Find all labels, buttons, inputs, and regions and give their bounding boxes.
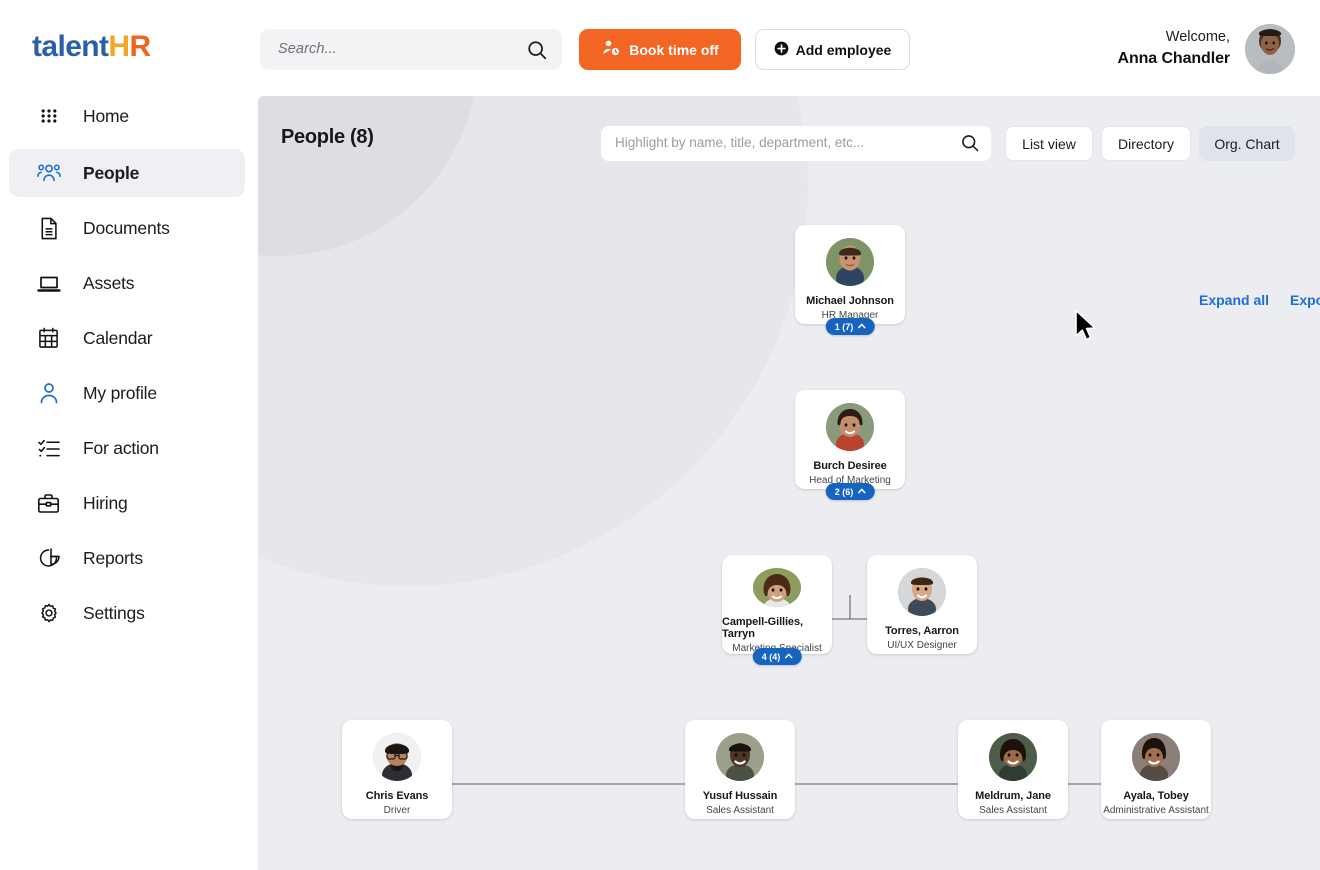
book-time-off-label: Book time off xyxy=(629,42,718,58)
sidebar-item-settings[interactable]: Settings xyxy=(9,589,245,637)
sidebar-label-settings: Settings xyxy=(83,603,145,624)
sidebar-item-people[interactable]: People xyxy=(9,149,245,197)
piechart-icon xyxy=(36,546,61,571)
avatar xyxy=(826,403,874,451)
sidebar-item-reports[interactable]: Reports xyxy=(9,534,245,582)
report-count-label: 4 (4) xyxy=(762,652,781,662)
add-employee-label: Add employee xyxy=(796,42,892,58)
person-clock-icon xyxy=(601,38,621,61)
search-input[interactable]: Search... xyxy=(278,41,337,57)
sidebar-label-calendar: Calendar xyxy=(83,328,152,349)
employee-name: Yusuf Hussain xyxy=(703,790,778,802)
org-node-michael-johnson[interactable]: Michael Johnson HR Manager 1 (7) xyxy=(795,225,905,324)
sidebar-item-hiring[interactable]: Hiring xyxy=(9,479,245,527)
sidebar-label-reports: Reports xyxy=(83,548,143,569)
plus-circle-icon xyxy=(774,41,789,59)
sidebar-label-people: People xyxy=(83,163,139,184)
employee-name: Campell-Gillies, Tarryn xyxy=(722,616,832,640)
org-node-chris-evans[interactable]: Chris Evans Driver xyxy=(342,720,452,819)
employee-name: Meldrum, Jane xyxy=(975,790,1051,802)
org-node-torres-aarron[interactable]: Torres, Aarron UI/UX Designer xyxy=(867,555,977,654)
employee-name: Ayala, Tobey xyxy=(1123,790,1188,802)
org-node-campell-gillies-tarryn[interactable]: Campell-Gillies, Tarryn Marketing Specia… xyxy=(722,555,832,654)
top-bar: talentHR Search... Book time off xyxy=(0,0,1320,92)
logo-h: H xyxy=(108,30,129,63)
document-icon xyxy=(36,216,61,241)
avatar xyxy=(716,733,764,781)
app-logo[interactable]: talentHR xyxy=(32,30,151,64)
report-count-label: 1 (7) xyxy=(835,322,854,332)
grid-icon xyxy=(36,104,61,129)
sidebar-item-calendar[interactable]: Calendar xyxy=(9,314,245,362)
avatar xyxy=(753,568,801,607)
user-avatar[interactable] xyxy=(1245,24,1295,74)
app-root: talentHR Search... Book time off xyxy=(0,0,1320,870)
person-icon xyxy=(36,381,61,406)
employee-title: Administrative Assistant xyxy=(1103,805,1209,816)
welcome-username: Anna Chandler xyxy=(1118,48,1231,70)
sidebar-item-assets[interactable]: Assets xyxy=(9,259,245,307)
search-icon xyxy=(526,39,548,66)
chevron-up-icon xyxy=(857,488,865,496)
welcome-block: Welcome, Anna Chandler xyxy=(1118,28,1231,69)
global-search[interactable]: Search... xyxy=(260,29,562,70)
avatar xyxy=(989,733,1037,781)
employee-name: Burch Desiree xyxy=(813,460,886,472)
sidebar-label-my-profile: My profile xyxy=(83,383,157,404)
laptop-icon xyxy=(36,271,61,296)
people-icon xyxy=(36,161,61,186)
report-count-badge[interactable]: 4 (4) xyxy=(753,648,802,665)
employee-name: Torres, Aarron xyxy=(885,625,959,637)
employee-title: UI/UX Designer xyxy=(887,640,956,651)
org-node-ayala-tobey[interactable]: Ayala, Tobey Administrative Assistant xyxy=(1101,720,1211,819)
logo-r: R xyxy=(130,30,151,63)
chevron-up-icon xyxy=(857,323,865,331)
content-panel: People (8) Highlight by name, title, dep… xyxy=(258,96,1320,870)
avatar xyxy=(826,238,874,286)
sidebar-label-hiring: Hiring xyxy=(83,493,128,514)
org-node-burch-desiree[interactable]: Burch Desiree Head of Marketing 2 (6) xyxy=(795,390,905,489)
org-node-meldrum-jane[interactable]: Meldrum, Jane Sales Assistant xyxy=(958,720,1068,819)
avatar xyxy=(898,568,946,616)
briefcase-icon xyxy=(36,491,61,516)
sidebar-label-documents: Documents xyxy=(83,218,170,239)
add-employee-button[interactable]: Add employee xyxy=(755,29,910,70)
employee-name: Michael Johnson xyxy=(806,295,894,307)
sidebar-label-assets: Assets xyxy=(83,273,134,294)
calendar-icon xyxy=(36,326,61,351)
employee-title: Sales Assistant xyxy=(706,805,774,816)
report-count-badge[interactable]: 1 (7) xyxy=(826,318,875,335)
checklist-icon xyxy=(36,436,61,461)
employee-title: Sales Assistant xyxy=(979,805,1047,816)
gear-icon xyxy=(36,601,61,626)
employee-title: Driver xyxy=(384,805,411,816)
chevron-up-icon xyxy=(784,653,792,661)
sidebar-nav: Home People xyxy=(0,92,254,870)
sidebar-item-documents[interactable]: Documents xyxy=(9,204,245,252)
report-count-badge[interactable]: 2 (6) xyxy=(826,483,875,500)
sidebar-label-for-action: For action xyxy=(83,438,159,459)
sidebar-item-for-action[interactable]: For action xyxy=(9,424,245,472)
org-node-yusuf-hussain[interactable]: Yusuf Hussain Sales Assistant xyxy=(685,720,795,819)
avatar xyxy=(1132,733,1180,781)
org-chart: Michael Johnson HR Manager 1 (7) xyxy=(258,96,1320,870)
logo-talent: talent xyxy=(32,30,108,63)
sidebar-item-my-profile[interactable]: My profile xyxy=(9,369,245,417)
employee-name: Chris Evans xyxy=(366,790,428,802)
avatar xyxy=(373,733,421,781)
welcome-greeting: Welcome, xyxy=(1118,28,1231,48)
report-count-label: 2 (6) xyxy=(835,487,854,497)
book-time-off-button[interactable]: Book time off xyxy=(579,29,741,70)
sidebar-item-home[interactable]: Home xyxy=(9,92,245,140)
sidebar-label-home: Home xyxy=(83,106,129,127)
